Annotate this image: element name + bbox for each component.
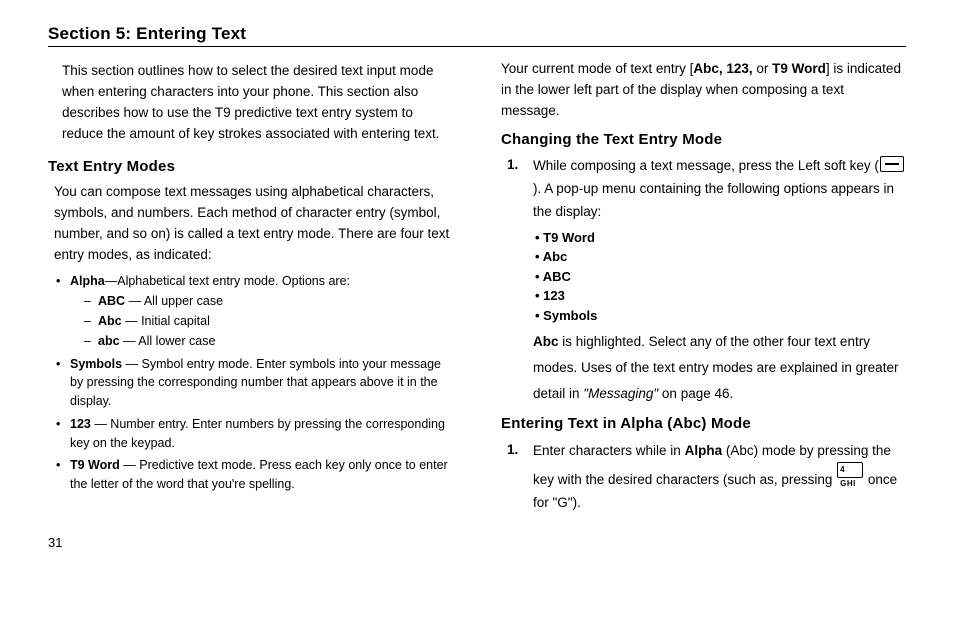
section-title: Section 5: Entering Text [48,24,906,44]
heading-changing-mode: Changing the Text Entry Mode [501,128,906,151]
mode-list: Alpha—Alphabetical text entry mode. Opti… [48,272,453,494]
mode-alpha-desc: —Alphabetical text entry mode. Options a… [105,274,350,288]
popup-option-symbols: Symbols [535,306,906,326]
alpha-opt-initial: Abc — Initial capital [84,312,453,331]
alpha-steps: 1. Enter characters while in Alpha (Abc)… [501,440,906,516]
popup-options: T9 Word Abc ABC 123 Symbols [533,228,906,326]
popup-option-abc-mixed: Abc [535,247,906,267]
changing-steps: 1. While composing a text message, press… [501,155,906,406]
alpha-sublist: ABC — All upper case Abc — Initial capit… [70,292,453,350]
step-number: 1. [507,155,523,406]
left-column: This section outlines how to select the … [48,57,453,519]
mode-alpha: Alpha—Alphabetical text entry mode. Opti… [54,272,453,351]
current-mode-paragraph: Your current mode of text entry [Abc, 12… [501,59,906,122]
section-rule [48,46,906,47]
popup-option-t9: T9 Word [535,228,906,248]
changing-note: Abc is highlighted. Select any of the ot… [533,329,906,406]
popup-option-123: 123 [535,286,906,306]
mode-t9: T9 Word — Predictive text mode. Press ea… [54,456,453,494]
step-number: 1. [507,440,523,516]
alpha-opt-uppercase: ABC — All upper case [84,292,453,311]
alpha-opt-lowercase: abc — All lower case [84,332,453,351]
text-entry-lead: You can compose text messages using alph… [54,182,453,266]
key-4ghi-icon [837,462,863,478]
page-number: 31 [48,535,906,550]
mode-123: 123 — Number entry. Enter numbers by pre… [54,415,453,453]
manual-page: Section 5: Entering Text This section ou… [0,0,954,550]
mode-symbols: Symbols — Symbol entry mode. Enter symbo… [54,355,453,411]
changing-step-1: 1. While composing a text message, press… [507,155,906,406]
heading-entering-alpha: Entering Text in Alpha (Abc) Mode [501,412,906,435]
popup-option-abc-upper: ABC [535,267,906,287]
mode-alpha-label: Alpha [70,274,105,288]
left-soft-key-icon [880,156,904,172]
intro-paragraph: This section outlines how to select the … [62,61,453,145]
heading-text-entry-modes: Text Entry Modes [48,155,453,178]
alpha-step-1: 1. Enter characters while in Alpha (Abc)… [507,440,906,516]
two-column-layout: This section outlines how to select the … [48,57,906,519]
right-column: Your current mode of text entry [Abc, 12… [501,57,906,519]
